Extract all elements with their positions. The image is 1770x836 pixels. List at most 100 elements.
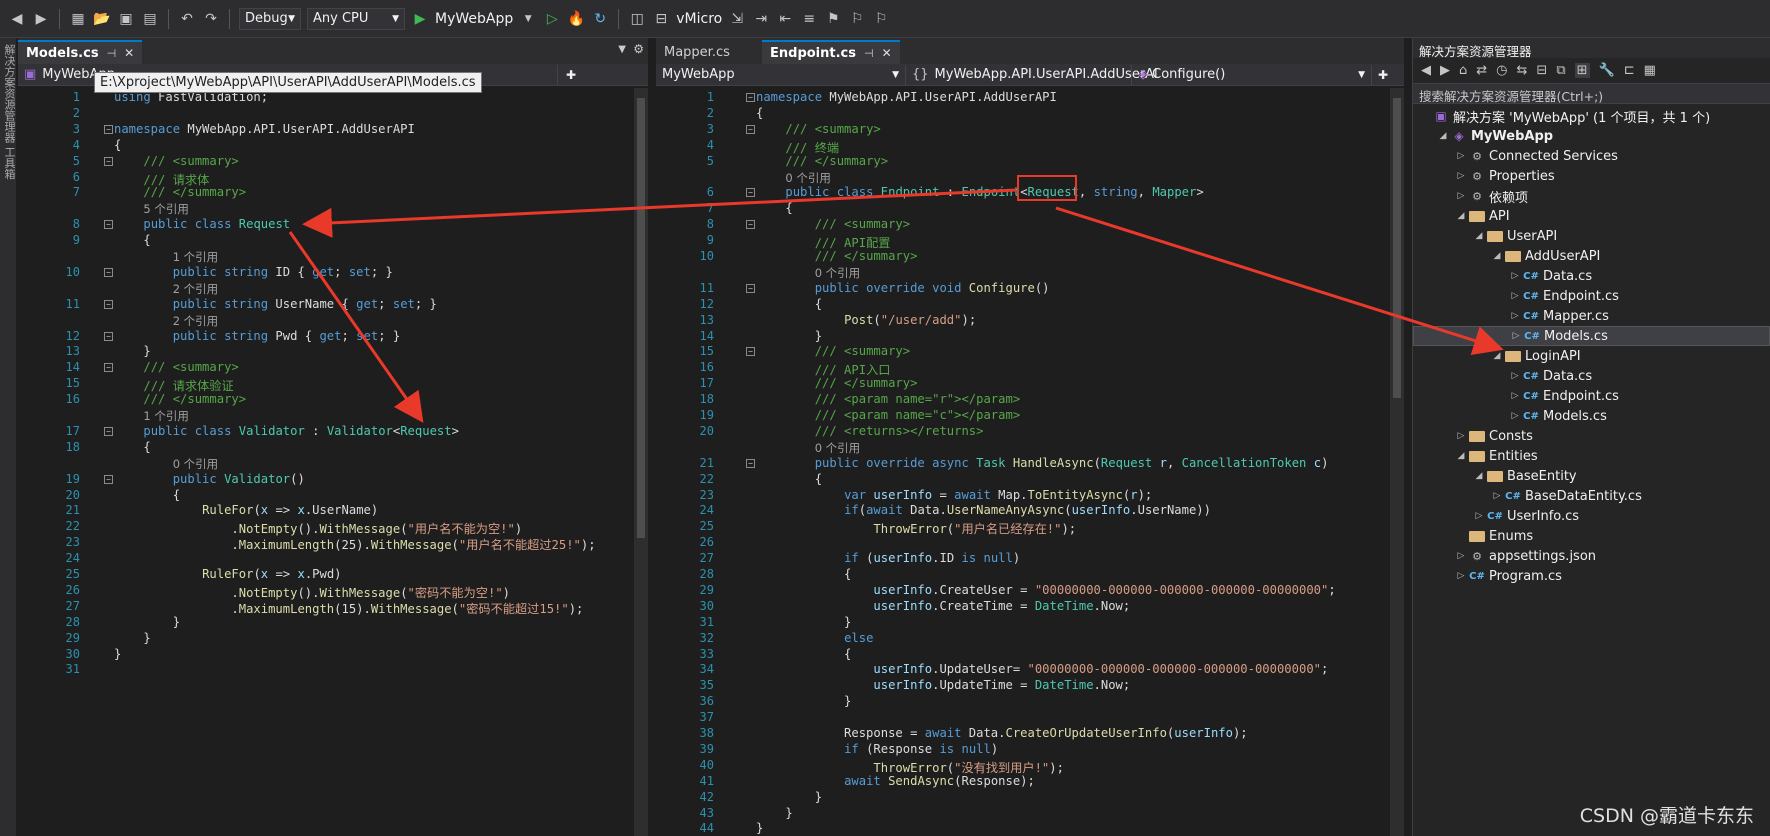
chevron-down-icon[interactable]: ▼: [618, 44, 626, 55]
collapsed-caret-icon[interactable]: ▷: [1509, 411, 1521, 421]
expanded-caret-icon[interactable]: ◢: [1437, 131, 1449, 141]
fold-toggle-icon[interactable]: −: [104, 156, 113, 166]
switch-views-icon[interactable]: ⇄: [1476, 63, 1487, 78]
expanded-caret-icon[interactable]: ◢: [1473, 231, 1485, 241]
back-icon[interactable]: ◀: [8, 10, 26, 28]
tree-item[interactable]: ▷ C# Mapper.cs: [1413, 306, 1770, 326]
pin-icon[interactable]: ⊣: [864, 47, 874, 60]
class-view-icon[interactable]: ▦: [1644, 63, 1656, 78]
collapsed-caret-icon[interactable]: ▷: [1491, 491, 1503, 501]
pin-icon[interactable]: ⊣: [107, 47, 117, 60]
vmicro-dropdown[interactable]: vMicro: [676, 11, 722, 27]
expanded-caret-icon[interactable]: ◢: [1491, 351, 1503, 361]
show-all-files-icon[interactable]: ⧉: [1556, 63, 1565, 78]
start-without-debug-icon[interactable]: ▷: [543, 10, 561, 28]
save-icon[interactable]: ▣: [117, 10, 135, 28]
tree-item[interactable]: ▷ ⚙ 依赖项: [1413, 186, 1770, 206]
tree-item[interactable]: ◢ Entities: [1413, 446, 1770, 466]
codelens-reference[interactable]: 0 个引用: [114, 456, 218, 471]
collapsed-caret-icon[interactable]: ▷: [1509, 291, 1521, 301]
tree-item[interactable]: ▷ Consts: [1413, 426, 1770, 446]
collapsed-caret-icon[interactable]: ▷: [1473, 511, 1485, 521]
tree-item[interactable]: ◢ LoginAPI: [1413, 346, 1770, 366]
align-icon[interactable]: ⇲: [728, 10, 746, 28]
tree-item[interactable]: ▣ 解决方案 'MyWebApp' (1 个项目，共 1 个): [1413, 106, 1770, 126]
expanded-caret-icon[interactable]: ◢: [1491, 251, 1503, 261]
fold-toggle-icon[interactable]: −: [104, 474, 113, 484]
codelens-reference[interactable]: 2 个引用: [114, 313, 218, 328]
bookmark-prev-icon[interactable]: ⚐: [848, 10, 866, 28]
pending-changes-icon[interactable]: ◷: [1496, 63, 1507, 78]
expanded-caret-icon[interactable]: ◢: [1455, 451, 1467, 461]
tree-item[interactable]: ◢ UserAPI: [1413, 226, 1770, 246]
fold-toggle-icon[interactable]: −: [746, 347, 755, 357]
forward-icon[interactable]: ▶: [1440, 63, 1450, 78]
tree-item[interactable]: ▷ C# Models.cs: [1413, 326, 1770, 346]
close-icon[interactable]: ✕: [882, 46, 892, 60]
forward-icon[interactable]: ▶: [32, 10, 50, 28]
codelens-reference[interactable]: 0 个引用: [756, 440, 860, 455]
config-dropdown[interactable]: Debug ▼: [239, 7, 301, 30]
codelens-reference[interactable]: 0 个引用: [756, 265, 860, 280]
collapsed-caret-icon[interactable]: ▷: [1455, 571, 1467, 581]
tab-models-cs[interactable]: Models.cs ⊣ ✕: [18, 40, 143, 64]
properties-icon[interactable]: 🔧: [1599, 63, 1615, 78]
tree-item[interactable]: ▷ ⚙ appsettings.json: [1413, 546, 1770, 566]
browser-icon[interactable]: ◫: [628, 10, 646, 28]
collapsed-caret-icon[interactable]: ▷: [1455, 431, 1467, 441]
tree-filter-icon[interactable]: ⊞: [1574, 63, 1590, 78]
fold-toggle-icon[interactable]: −: [746, 458, 755, 468]
layout-icon[interactable]: ⊟: [652, 10, 670, 28]
collapsed-caret-icon[interactable]: ▷: [1509, 311, 1521, 321]
code-editor-models[interactable]: 1 using FastValidation; 2 3 namespace MyWebA…: [18, 88, 634, 836]
indent-icon[interactable]: ⇥: [752, 10, 770, 28]
tree-item[interactable]: ▷ C# Data.cs: [1413, 366, 1770, 386]
bookmark-icon[interactable]: ⚑: [824, 10, 842, 28]
run-icon[interactable]: ▶: [411, 10, 429, 28]
solution-search-input[interactable]: 搜索解决方案资源管理器(Ctrl+;): [1413, 84, 1770, 104]
nav-project-dropdown[interactable]: MyWebApp ▼: [656, 64, 906, 85]
nav-namespace-dropdown[interactable]: {} MyWebApp.API.UserAPI.AddUserAl: [906, 64, 1158, 85]
fold-toggle-icon[interactable]: −: [746, 220, 755, 230]
tree-item[interactable]: ▷ ⚙ Connected Services: [1413, 146, 1770, 166]
gear-icon[interactable]: ⚙: [633, 42, 644, 56]
collapsed-caret-icon[interactable]: ▷: [1509, 371, 1521, 381]
comment-icon[interactable]: ≡: [800, 10, 818, 28]
collapsed-caret-icon[interactable]: ▷: [1455, 551, 1467, 561]
tree-item[interactable]: ◢ ◈ MyWebApp: [1413, 126, 1770, 146]
collapsed-caret-icon[interactable]: ▷: [1510, 331, 1522, 341]
scrollbar-thumb[interactable]: [637, 98, 645, 538]
vertical-scrollbar[interactable]: [1390, 88, 1404, 836]
fold-toggle-icon[interactable]: −: [746, 124, 755, 134]
split-icon[interactable]: ✚: [1378, 68, 1388, 82]
collapsed-caret-icon[interactable]: ▷: [1455, 151, 1467, 161]
hot-reload-icon[interactable]: 🔥: [567, 10, 585, 28]
split-icon[interactable]: ✚: [566, 68, 576, 82]
tree-item[interactable]: ▷ C# UserInfo.cs: [1413, 506, 1770, 526]
tree-item[interactable]: ◢ API: [1413, 206, 1770, 226]
code-editor-endpoint[interactable]: 1 namespace MyWebApp.API.UserAPI.AddUserA…: [656, 88, 1390, 836]
vertical-scrollbar[interactable]: [634, 88, 648, 836]
tree-item[interactable]: ▷ C# Models.cs: [1413, 406, 1770, 426]
back-icon[interactable]: ◀: [1421, 63, 1431, 78]
tree-item[interactable]: ▷ C# Endpoint.cs: [1413, 286, 1770, 306]
collapsed-caret-icon[interactable]: ▷: [1509, 391, 1521, 401]
fold-toggle-icon[interactable]: −: [104, 220, 113, 230]
fold-toggle-icon[interactable]: −: [104, 331, 113, 341]
fold-toggle-icon[interactable]: −: [746, 283, 755, 293]
outdent-icon[interactable]: ⇤: [776, 10, 794, 28]
fold-toggle-icon[interactable]: −: [746, 188, 755, 198]
side-tool-labels[interactable]: 解决方案资源管理器 工具箱: [1, 44, 17, 180]
codelens-reference[interactable]: 1 个引用: [114, 408, 188, 423]
collapsed-caret-icon[interactable]: ▷: [1509, 271, 1521, 281]
sync-icon[interactable]: ⇆: [1517, 63, 1528, 78]
tree-item[interactable]: ▷ C# Data.cs: [1413, 266, 1770, 286]
save-all-icon[interactable]: ▤: [141, 10, 159, 28]
tree-item[interactable]: ◢ AddUserAPI: [1413, 246, 1770, 266]
expanded-caret-icon[interactable]: ◢: [1455, 211, 1467, 221]
tree-item[interactable]: ▷ C# Program.cs: [1413, 566, 1770, 586]
platform-dropdown[interactable]: Any CPU ▼: [307, 7, 405, 30]
collapsed-caret-icon[interactable]: ▷: [1455, 191, 1467, 201]
collapsed-caret-icon[interactable]: ▷: [1455, 171, 1467, 181]
chevron-down-icon[interactable]: ▼: [519, 10, 537, 28]
